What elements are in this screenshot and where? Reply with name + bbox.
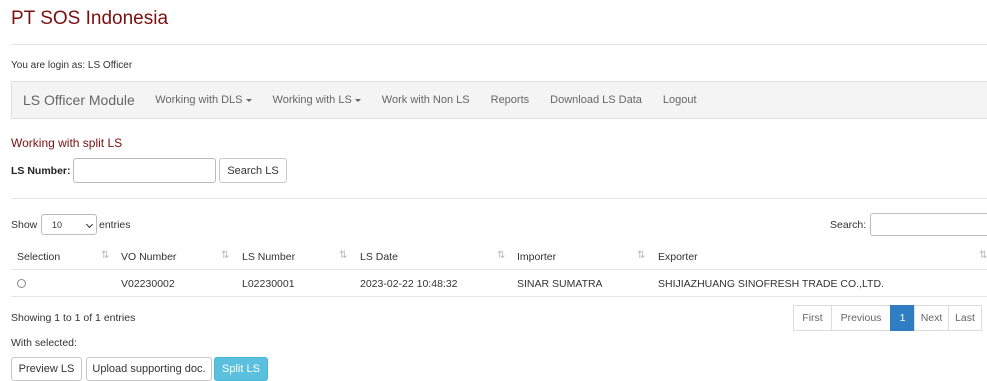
cell-vo-number: V02230002 <box>121 278 175 290</box>
nav-reports[interactable]: Reports <box>480 94 540 106</box>
divider <box>11 198 987 199</box>
chevron-down-icon <box>85 220 94 229</box>
sort-icon[interactable]: ⇅ <box>637 250 645 261</box>
sort-icon[interactable]: ⇅ <box>979 250 987 261</box>
search-input[interactable] <box>870 213 987 236</box>
section-title: Working with split LS <box>11 136 123 150</box>
column-header-exporter[interactable]: Exporter <box>658 251 698 263</box>
cell-ls-number: L02230001 <box>242 278 295 290</box>
ls-number-label: LS Number: <box>11 165 71 177</box>
entries-label: entries <box>99 219 131 231</box>
column-header-ls-number[interactable]: LS Number <box>242 251 295 263</box>
module-title[interactable]: LS Officer Module <box>12 92 145 108</box>
cell-importer: SINAR SUMATRA <box>517 278 603 290</box>
pagination-page-1[interactable]: 1 <box>890 305 915 331</box>
page-size-select[interactable]: 10 <box>41 214 97 235</box>
ls-number-input[interactable] <box>73 158 216 183</box>
nav-download-ls-data[interactable]: Download LS Data <box>540 94 653 106</box>
split-ls-button[interactable]: Split LS <box>214 357 268 381</box>
pagination-next[interactable]: Next <box>914 305 949 331</box>
pagination-last[interactable]: Last <box>948 305 982 331</box>
upload-supporting-doc-button[interactable]: Upload supporting doc. <box>86 357 212 381</box>
navbar: LS Officer Module Working with DLS Worki… <box>11 81 987 119</box>
search-ls-button[interactable]: Search LS <box>219 158 287 183</box>
row-select-radio[interactable] <box>17 279 26 288</box>
table-info: Showing 1 to 1 of 1 entries <box>11 312 136 324</box>
search-label: Search: <box>830 219 867 231</box>
sort-icon[interactable]: ⇅ <box>221 250 229 261</box>
sort-icon[interactable]: ⇅ <box>497 250 505 261</box>
column-header-importer[interactable]: Importer <box>517 251 556 263</box>
pagination-previous[interactable]: Previous <box>831 305 891 331</box>
with-selected-label: With selected: <box>11 337 77 349</box>
table-header-border <box>11 269 987 270</box>
cell-exporter: SHIJIAZHUANG SINOFRESH TRADE CO.,LTD. <box>658 278 884 290</box>
nav-work-with-non-ls[interactable]: Work with Non LS <box>371 94 480 106</box>
column-header-selection[interactable]: Selection <box>17 251 60 263</box>
caret-down-icon <box>354 98 361 102</box>
nav-working-with-dls[interactable]: Working with DLS <box>145 94 262 106</box>
pagination: First Previous 1 Next Last <box>793 305 982 331</box>
nav-working-with-ls[interactable]: Working with LS <box>262 94 371 106</box>
sort-ascending-icon[interactable]: ⇅ <box>101 250 109 261</box>
caret-down-icon <box>245 98 252 102</box>
nav-logout[interactable]: Logout <box>652 94 707 106</box>
divider <box>11 44 987 45</box>
column-header-vo-number[interactable]: VO Number <box>121 251 176 263</box>
show-label: Show <box>11 219 38 231</box>
preview-ls-button[interactable]: Preview LS <box>11 357 82 381</box>
app-title: PT SOS Indonesia <box>11 8 169 29</box>
cell-ls-date: 2023-02-22 10:48:32 <box>360 278 458 290</box>
column-header-ls-date[interactable]: LS Date <box>360 251 398 263</box>
login-status: You are login as: LS Officer <box>11 60 133 71</box>
table-row-border <box>11 296 987 297</box>
sort-icon[interactable]: ⇅ <box>339 250 347 261</box>
pagination-first[interactable]: First <box>793 305 832 331</box>
